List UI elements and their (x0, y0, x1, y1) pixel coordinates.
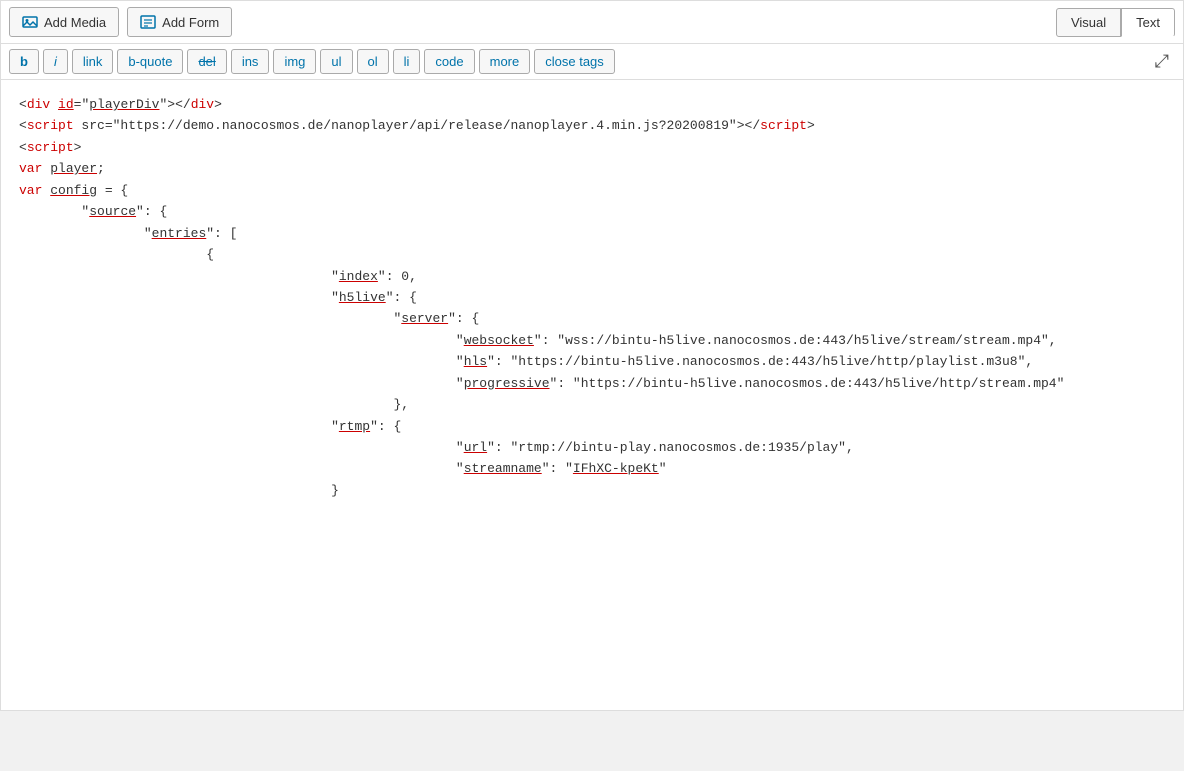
code-line-12: "websocket": "wss://bintu-h5live.nanocos… (19, 333, 1057, 348)
code-line-17: "url": "rtmp://bintu-play.nanocosmos.de:… (19, 440, 854, 455)
code-editor[interactable]: <div id="playerDiv"></div> <script src="… (1, 80, 1183, 710)
code-line-5: var config = { (19, 183, 128, 198)
code-line-9: "index": 0, (19, 269, 417, 284)
expand-button[interactable]: ⤢ (1149, 49, 1175, 74)
link-button[interactable]: link (72, 49, 114, 74)
add-form-button[interactable]: Add Form (127, 7, 232, 37)
code-line-1: <div id="playerDiv"></div> (19, 97, 222, 112)
code-line-16: "rtmp": { (19, 419, 401, 434)
code-line-7: "entries": [ (19, 226, 237, 241)
code-button[interactable]: code (424, 49, 474, 74)
code-line-3: <script> (19, 140, 81, 155)
code-line-14: "progressive": "https://bintu-h5live.nan… (19, 376, 1064, 391)
top-toolbar-left: Add Media Add Form (9, 7, 232, 37)
code-line-10: "h5live": { (19, 290, 417, 305)
ol-button[interactable]: ol (357, 49, 389, 74)
code-line-6: "source": { (19, 204, 167, 219)
close-tags-button[interactable]: close tags (534, 49, 615, 74)
del-button[interactable]: del (187, 49, 226, 74)
more-button[interactable]: more (479, 49, 531, 74)
top-toolbar: Add Media Add Form Visual Text (1, 1, 1183, 44)
ins-button[interactable]: ins (231, 49, 270, 74)
code-line-13: "hls": "https://bintu-h5live.nanocosmos.… (19, 354, 1033, 369)
view-toggle: Visual Text (1056, 8, 1175, 37)
code-line-18: "streamname": "IFhXC-kpeKt" (19, 461, 667, 476)
add-media-button[interactable]: Add Media (9, 7, 119, 37)
code-line-11: "server": { (19, 311, 479, 326)
code-line-15: }, (19, 397, 409, 412)
format-toolbar: b i link b-quote del ins img ul ol li co… (1, 44, 1183, 80)
bold-button[interactable]: b (9, 49, 39, 74)
expand-icon: ⤢ (1155, 51, 1169, 71)
italic-button[interactable]: i (43, 49, 68, 74)
code-line-8: { (19, 247, 214, 262)
ul-button[interactable]: ul (320, 49, 352, 74)
media-icon (22, 14, 38, 30)
visual-button[interactable]: Visual (1056, 8, 1121, 37)
add-form-label: Add Form (162, 15, 219, 30)
format-buttons: b i link b-quote del ins img ul ol li co… (9, 49, 615, 74)
bquote-button[interactable]: b-quote (117, 49, 183, 74)
img-button[interactable]: img (273, 49, 316, 74)
add-media-label: Add Media (44, 15, 106, 30)
li-button[interactable]: li (393, 49, 421, 74)
code-line-4: var player; (19, 161, 105, 176)
text-button[interactable]: Text (1121, 8, 1175, 37)
code-line-19: } (19, 483, 339, 498)
code-line-2: <script src="https://demo.nanocosmos.de/… (19, 118, 815, 133)
editor-container: Add Media Add Form Visual Text (0, 0, 1184, 711)
form-icon (140, 14, 156, 30)
